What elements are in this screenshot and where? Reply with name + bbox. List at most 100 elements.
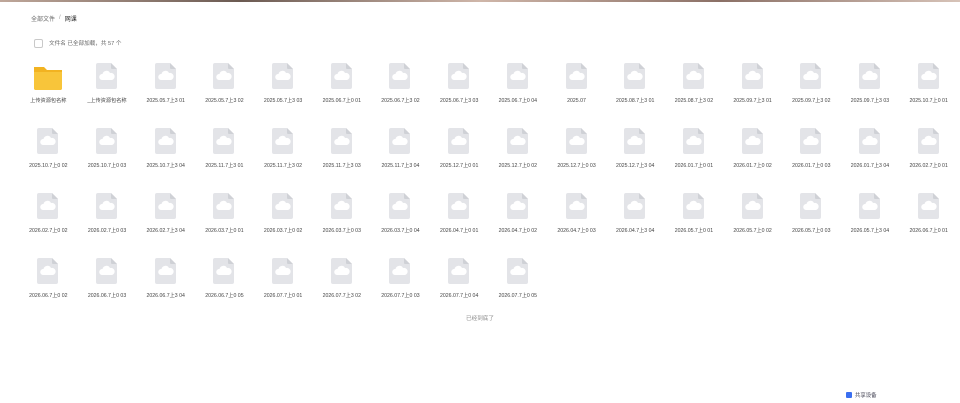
cloud-file-icon bbox=[911, 191, 947, 221]
file-item[interactable]: 2026.01.7上0 03 bbox=[782, 126, 841, 191]
cloud-file-icon bbox=[559, 61, 595, 91]
file-item[interactable]: 2026.06.7上0 02 bbox=[19, 256, 78, 321]
file-item[interactable]: 2025.12.7上0 02 bbox=[489, 126, 548, 191]
file-item[interactable]: 2025.05.7上3 02 bbox=[195, 61, 254, 126]
file-item[interactable]: 2026.02.7上0 02 bbox=[19, 191, 78, 256]
item-name: 2025.11.7上3 03 bbox=[322, 163, 361, 169]
file-item[interactable]: 2026.05.7上0 01 bbox=[665, 191, 724, 256]
file-item[interactable]: 2025.11.7上3 02 bbox=[254, 126, 313, 191]
breadcrumb-current: 网课 bbox=[64, 16, 77, 23]
file-item[interactable]: 2026.05.7上0 03 bbox=[782, 191, 841, 256]
file-item[interactable]: 2026.03.7上0 03 bbox=[312, 191, 371, 256]
file-item[interactable]: 2026.06.7上3 04 bbox=[136, 256, 195, 321]
item-name: 2026.04.7上0 02 bbox=[498, 228, 538, 234]
file-item[interactable]: 2026.04.7上3 04 bbox=[606, 191, 665, 256]
item-name: _上传资源包名称 bbox=[87, 98, 127, 104]
cloud-file-icon bbox=[735, 191, 771, 221]
item-name: 2026.06.7上0 05 bbox=[205, 293, 244, 299]
item-name: 2026.04.7上3 04 bbox=[616, 228, 655, 234]
item-name: 2025.07 bbox=[567, 98, 586, 104]
breadcrumb-root[interactable]: 全部文件 bbox=[31, 14, 55, 23]
file-item[interactable]: 2026.07.7上0 05 bbox=[489, 256, 548, 321]
cloud-file-icon bbox=[500, 126, 536, 156]
file-item[interactable]: 2025.05.7上3 01 bbox=[136, 61, 195, 126]
file-item[interactable]: 2025.11.7上3 03 bbox=[312, 126, 371, 191]
file-item[interactable]: 2025.12.7上0 01 bbox=[430, 126, 489, 191]
cloud-file-icon bbox=[206, 256, 242, 286]
file-item[interactable]: 2026.05.7上0 02 bbox=[723, 191, 782, 256]
file-item[interactable]: 2025.06.7上3 02 bbox=[371, 61, 430, 126]
file-item[interactable]: 2025.11.7上3 04 bbox=[371, 126, 430, 191]
file-item[interactable]: 2026.03.7上0 01 bbox=[195, 191, 254, 256]
file-item[interactable]: 2025.12.7上0 03 bbox=[547, 126, 606, 191]
cloud-file-icon bbox=[911, 126, 947, 156]
file-item[interactable]: 2025.08.7上3 02 bbox=[665, 61, 724, 126]
file-item[interactable]: 2025.09.7上3 02 bbox=[782, 61, 841, 126]
item-name: 2026.05.7上0 01 bbox=[674, 228, 714, 234]
loaded-all-text: 已经到底了 bbox=[466, 316, 494, 322]
file-item[interactable]: 2025.10.7上0 02 bbox=[19, 126, 78, 191]
folder-item[interactable]: 上传资源包名称 bbox=[19, 61, 78, 126]
cloud-file-icon bbox=[676, 126, 712, 156]
item-name: 2026.03.7上0 01 bbox=[205, 228, 244, 234]
file-item[interactable]: 2025.06.7上3 03 bbox=[430, 61, 489, 126]
cloud-file-icon bbox=[793, 126, 829, 156]
cloud-file-icon bbox=[852, 61, 888, 91]
file-item[interactable]: 2026.04.7上0 03 bbox=[547, 191, 606, 256]
select-all-checkbox[interactable] bbox=[34, 38, 43, 48]
file-item[interactable]: 2025.06.7上0 01 bbox=[312, 61, 371, 126]
file-grid: 上传资源包名称 _上传资源包名称 2025.05.7上3 01 2025.05.7上3… bbox=[19, 61, 960, 321]
file-item[interactable]: 2025.09.7上3 01 bbox=[723, 61, 782, 126]
file-item[interactable]: 2026.01.7上3 04 bbox=[841, 126, 900, 191]
file-item[interactable]: 2026.07.7上0 01 bbox=[254, 256, 313, 321]
file-item[interactable]: 2025.12.7上3 04 bbox=[606, 126, 665, 191]
file-item[interactable]: 2026.03.7上0 04 bbox=[371, 191, 430, 256]
item-name: 2025.05.7上3 01 bbox=[146, 98, 185, 104]
file-item[interactable]: 2026.06.7上0 03 bbox=[78, 256, 137, 321]
file-item[interactable]: 2026.02.7上3 04 bbox=[136, 191, 195, 256]
item-name: 2026.02.7上3 04 bbox=[146, 228, 185, 234]
device-icon bbox=[846, 392, 852, 398]
cloud-file-icon bbox=[617, 61, 653, 91]
file-item[interactable]: 2026.06.7上0 01 bbox=[899, 191, 958, 256]
file-item[interactable]: 2026.01.7上0 01 bbox=[665, 126, 724, 191]
file-item[interactable]: 2026.06.7上0 05 bbox=[195, 256, 254, 321]
file-item[interactable]: 2026.05.7上3 04 bbox=[841, 191, 900, 256]
bottom-action-button[interactable]: 共享设备 bbox=[846, 390, 877, 400]
file-item[interactable]: 2026.04.7上0 01 bbox=[430, 191, 489, 256]
file-item[interactable]: 2025.10.7上0 01 bbox=[899, 61, 958, 126]
cloud-file-icon bbox=[500, 191, 536, 221]
selection-bar: 文件名 已全部加载，共 57 个 bbox=[34, 38, 121, 48]
file-item[interactable]: 2025.06.7上0 04 bbox=[489, 61, 548, 126]
file-item[interactable]: 2025.10.7上3 04 bbox=[136, 126, 195, 191]
item-name: 2026.07.7上0 05 bbox=[498, 293, 538, 299]
cloud-file-icon bbox=[559, 191, 595, 221]
cloud-file-icon bbox=[793, 61, 829, 91]
item-name: 2026.06.7上0 02 bbox=[29, 293, 68, 299]
file-item[interactable]: 2026.07.7上0 04 bbox=[430, 256, 489, 321]
file-item[interactable]: 2026.02.7上0 01 bbox=[899, 126, 958, 191]
file-item[interactable]: 2026.07.7上0 03 bbox=[371, 256, 430, 321]
file-item[interactable]: 2025.05.7上3 03 bbox=[254, 61, 313, 126]
file-item[interactable]: 2025.08.7上3 01 bbox=[606, 61, 665, 126]
folder-icon bbox=[30, 61, 66, 91]
item-name: 2025.12.7上3 04 bbox=[616, 163, 655, 169]
file-item[interactable]: _上传资源包名称 bbox=[78, 61, 137, 126]
file-item[interactable]: 2026.02.7上0 03 bbox=[78, 191, 137, 256]
item-name: 2025.11.7上3 04 bbox=[381, 163, 420, 169]
file-item[interactable]: 2025.07 bbox=[547, 61, 606, 126]
file-item[interactable]: 2026.04.7上0 02 bbox=[489, 191, 548, 256]
file-item[interactable]: 2026.01.7上0 02 bbox=[723, 126, 782, 191]
item-name: 2025.12.7上0 03 bbox=[557, 163, 596, 169]
file-item[interactable]: 2026.07.7上3 02 bbox=[312, 256, 371, 321]
cloud-file-icon bbox=[441, 256, 477, 286]
cloud-file-icon bbox=[676, 61, 712, 91]
file-item[interactable]: 2025.09.7上3 03 bbox=[841, 61, 900, 126]
cloud-file-icon bbox=[30, 191, 66, 221]
item-name: 2025.10.7上0 02 bbox=[29, 163, 68, 169]
cloud-file-icon bbox=[148, 126, 184, 156]
file-item[interactable]: 2026.03.7上0 02 bbox=[254, 191, 313, 256]
file-item[interactable]: 2025.11.7上3 01 bbox=[195, 126, 254, 191]
cloud-file-icon bbox=[793, 191, 829, 221]
file-item[interactable]: 2025.10.7上0 03 bbox=[78, 126, 137, 191]
